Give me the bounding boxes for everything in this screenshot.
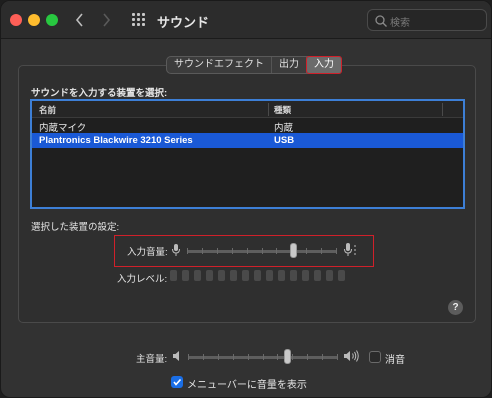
settings-label: 選択した装置の設定:: [31, 222, 120, 233]
microphone-low-icon: [172, 244, 180, 256]
slider-tick: [248, 354, 249, 360]
column-header-type[interactable]: 種類: [274, 104, 291, 116]
level-segment: [194, 270, 201, 281]
device-type: 内蔵: [274, 123, 294, 134]
checkmark-icon: [173, 378, 182, 386]
speaker-high-icon: [344, 350, 359, 362]
device-type: USB: [274, 135, 295, 146]
slider-tick: [262, 248, 263, 254]
back-button[interactable]: [75, 10, 85, 30]
level-segment: [230, 270, 237, 281]
level-segment: [302, 270, 309, 281]
slider-tick: [307, 354, 308, 360]
input-volume-slider[interactable]: [187, 243, 337, 259]
input-volume-label: 入力音量:: [127, 247, 168, 258]
slider-tick: [187, 248, 188, 254]
slider-tick: [322, 354, 323, 360]
title-bar: サウンド 検索: [1, 1, 491, 39]
slider-tick: [247, 248, 248, 254]
slider-tick: [336, 248, 337, 254]
slider-tick: [232, 248, 233, 254]
slider-tick: [203, 354, 204, 360]
slider-tick: [276, 248, 277, 254]
level-segment: [338, 270, 345, 281]
slider-tick: [202, 248, 203, 254]
input-level-label: 入力レベル:: [117, 274, 168, 285]
level-segment: [266, 270, 273, 281]
window-title: サウンド: [157, 15, 210, 30]
show-volume-in-menubar-label: メニューバーに音量を表示: [187, 380, 307, 391]
table-row[interactable]: 内蔵マイク 内蔵: [32, 118, 463, 134]
level-segment: [206, 270, 213, 281]
slider-tick: [321, 248, 322, 254]
input-volume-knob[interactable]: [290, 243, 297, 258]
slider-tick: [306, 248, 307, 254]
tab-sound-effects[interactable]: サウンドエフェクト: [167, 57, 272, 73]
slider-tick: [292, 354, 293, 360]
slider-tick: [218, 354, 219, 360]
main-volume-slider[interactable]: [188, 349, 338, 365]
slider-tick: [188, 354, 189, 360]
level-segment: [278, 270, 285, 281]
search-field[interactable]: 検索: [367, 9, 487, 31]
slider-tick: [263, 354, 264, 360]
search-icon: [375, 15, 387, 27]
column-header-name[interactable]: 名前: [39, 104, 56, 116]
close-button[interactable]: [10, 14, 22, 26]
mute-checkbox[interactable]: [369, 351, 381, 363]
device-table[interactable]: 名前 種類 内蔵マイク 内蔵 Plantronics Blackwire 321…: [30, 99, 465, 209]
tab-output[interactable]: 出力: [272, 57, 307, 73]
tab-bar: サウンドエフェクト 出力 入力: [166, 56, 342, 74]
minimize-button[interactable]: [28, 14, 40, 26]
table-header: 名前 種類: [32, 101, 463, 118]
slider-tick: [337, 354, 338, 360]
slider-tick: [233, 354, 234, 360]
slider-tick: [277, 354, 278, 360]
level-segment: [218, 270, 225, 281]
slider-tick: [217, 248, 218, 254]
device-section-label: サウンドを入力する装置を選択:: [31, 88, 168, 99]
chevron-right-icon: [103, 13, 111, 27]
search-placeholder: 検索: [390, 18, 410, 29]
help-button[interactable]: ?: [448, 300, 463, 315]
level-segment: [326, 270, 333, 281]
zoom-button[interactable]: [46, 14, 58, 26]
level-segment: [182, 270, 189, 281]
level-segment: [254, 270, 261, 281]
level-segment: [242, 270, 249, 281]
speaker-low-icon: [173, 351, 179, 361]
level-segment: [290, 270, 297, 281]
main-volume-label: 主音量:: [136, 354, 168, 365]
level-segment: [314, 270, 321, 281]
main-volume-knob[interactable]: [284, 349, 291, 364]
mute-label: 消音: [385, 355, 405, 366]
show-volume-in-menubar-checkbox[interactable]: [171, 376, 183, 388]
sound-preferences-window: サウンド 検索 サウンドエフェクト 出力 入力 サウンドを入力する装置を選択: …: [0, 0, 492, 398]
microphone-high-icon: [344, 243, 356, 256]
forward-button[interactable]: [101, 10, 111, 30]
show-all-grid-icon[interactable]: [132, 13, 146, 27]
level-segment: [170, 270, 177, 281]
chevron-left-icon: [75, 13, 83, 27]
input-level-meter: [170, 270, 360, 282]
device-name: Plantronics Blackwire 3210 Series: [39, 135, 193, 146]
tab-input[interactable]: 入力: [306, 56, 342, 74]
device-name: 内蔵マイク: [39, 123, 87, 134]
table-row-selected[interactable]: Plantronics Blackwire 3210 Series USB: [32, 133, 463, 148]
